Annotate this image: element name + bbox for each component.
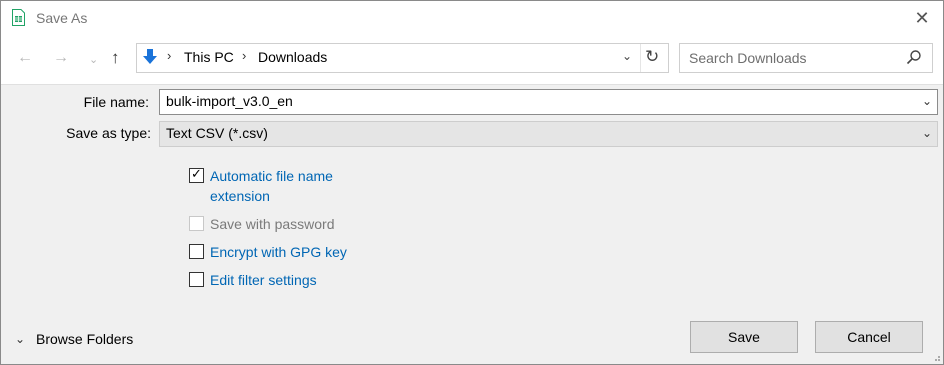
close-icon: ✕ [914,8,930,28]
auto-extension-label-line2: extension [210,188,270,204]
refresh-icon[interactable]: ↻ [645,47,659,67]
save-type-select[interactable]: Text CSV (*.csv) ⌄ [159,121,938,147]
auto-extension-checkbox[interactable]: ✓ [189,166,204,183]
navigation-bar: ← → ⌄ ↑ › This PC › Downloads ⌄ ↻ Search… [1,35,943,85]
save-password-label: Save with password [210,216,335,232]
breadcrumb-downloads[interactable]: Downloads [258,49,327,65]
save-password-checkbox [189,216,204,231]
file-name-label: File name: [83,94,149,110]
save-type-label: Save as type: [66,125,151,141]
file-name-dropdown-icon[interactable]: ⌄ [922,94,932,108]
breadcrumb-this-pc[interactable]: This PC [184,49,234,65]
auto-extension-label-line1: Automatic file name [210,168,333,184]
address-dropdown-icon[interactable]: ⌄ [622,49,632,63]
save-as-dialog: Save As ✕ ← → ⌄ ↑ › This PC › Downloads … [0,0,944,365]
encrypt-gpg-label[interactable]: Encrypt with GPG key [210,242,347,262]
chevron-down-icon: ⌄ [15,332,26,346]
file-name-value: bulk-import_v3.0_en [166,93,293,109]
edit-filter-label[interactable]: Edit filter settings [210,270,317,290]
title-bar: Save As ✕ [1,1,943,35]
file-name-field[interactable]: bulk-import_v3.0_en ⌄ [159,89,938,115]
cancel-button[interactable]: Cancel [815,321,923,353]
save-type-value: Text CSV (*.csv) [166,125,268,141]
up-button[interactable]: ↑ [111,48,120,68]
search-placeholder: Search Downloads [689,50,807,66]
window-title: Save As [36,10,88,26]
encrypt-gpg-checkbox[interactable] [189,244,204,259]
checkmark-icon: ✓ [191,166,202,181]
downloads-arrow-icon [143,49,157,64]
resize-grip-icon[interactable] [931,352,941,362]
auto-extension-label[interactable]: Automatic file name extension [210,166,333,206]
search-input[interactable]: Search Downloads [679,43,933,73]
browse-folders-label: Browse Folders [36,331,134,347]
recent-locations-button[interactable]: ⌄ [89,53,98,66]
save-button[interactable]: Save [690,321,798,353]
save-type-dropdown-icon: ⌄ [921,126,932,140]
forward-button[interactable]: → [53,49,69,67]
spreadsheet-app-icon [12,9,25,26]
back-button[interactable]: ← [17,49,33,67]
address-divider [640,44,641,72]
close-button[interactable]: ✕ [907,3,937,33]
address-bar[interactable]: › This PC › Downloads ⌄ ↻ [136,43,669,73]
breadcrumb-separator: › [167,48,172,63]
breadcrumb-separator: › [242,48,247,63]
edit-filter-checkbox[interactable] [189,272,204,287]
search-icon [906,50,921,65]
